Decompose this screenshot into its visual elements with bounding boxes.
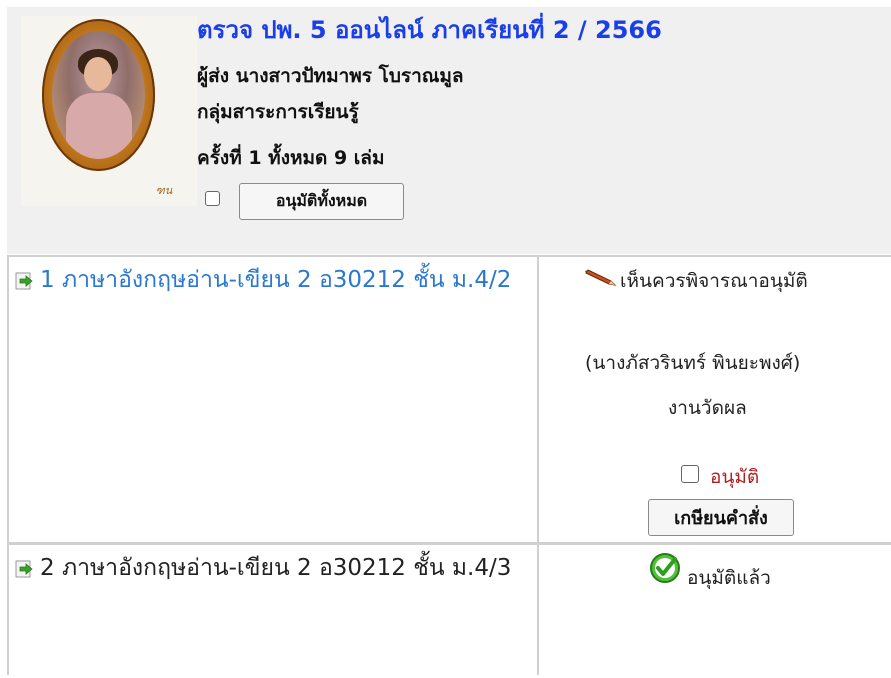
sender-line: ผู้ส่ง นางสาวปัทมาพร โบราณมูล [197, 65, 464, 87]
check-circle-icon [649, 552, 681, 584]
select-all-checkbox[interactable] [205, 191, 220, 206]
course-link[interactable]: 2 ภาษาอังกฤษอ่าน-เขียน 2 อ30212 ชั้น ม.4… [14, 550, 534, 587]
approve-label: อนุมัติ [710, 466, 760, 488]
command-note-button[interactable]: เกษียนคำสั่ง [648, 499, 794, 536]
portrait-emblem: ฑน [155, 184, 173, 197]
course-link[interactable]: 1 ภาษาอังกฤษอ่าน-เขียน 2 อ30212 ชั้น ม.4… [14, 262, 534, 299]
approve-checkbox[interactable] [681, 465, 699, 483]
page-title: ตรวจ ปพ. 5 ออนไลน์ ภาคเรียนที่ 2 / 2566 [197, 16, 662, 44]
review-status-label: เห็นควรพิจารณาอนุมัติ [620, 270, 808, 292]
reviewer-name: (นางภัสวรินทร์ พินยะพงศ์) [585, 352, 801, 374]
approve-all-button[interactable]: อนุมัติทั้งหมด [239, 183, 404, 220]
table-column-divider [537, 256, 539, 675]
pencil-icon [585, 264, 621, 286]
round-info-line: ครั้งที่ 1 ทั้งหมด 9 เล่ม [197, 147, 385, 169]
department-name: งานวัดผล [668, 397, 747, 419]
approved-status-label: อนุมัติแล้ว [687, 567, 771, 589]
portrait-frame [42, 19, 155, 171]
table-left-border [7, 256, 9, 675]
teacher-portrait: ฑน [21, 16, 197, 206]
subject-group-line: กลุ่มสาระการเรียนรู้ [197, 101, 359, 123]
